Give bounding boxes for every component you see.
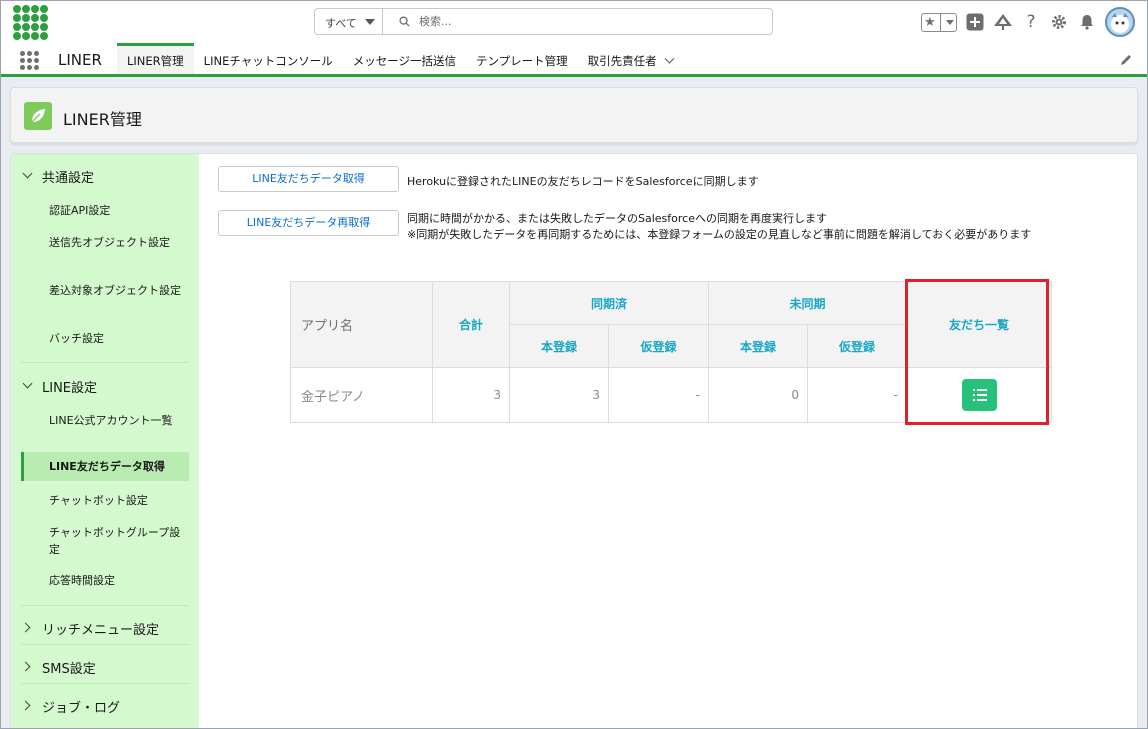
sidebar-section-label: ジョブ・ログ: [42, 701, 121, 716]
global-actions-button[interactable]: [965, 12, 985, 32]
edit-nav-pencil-icon[interactable]: [1119, 53, 1133, 67]
sidebar-section-jobs-logs[interactable]: ジョブ・ログ: [11, 690, 199, 720]
table-row: 金子ピアノ 3 3 - 0 -: [290, 367, 1052, 423]
search-scope-select[interactable]: すべて: [315, 9, 383, 34]
sidebar-section-label: 共通設定: [42, 171, 95, 186]
sidebar-divider: [21, 644, 189, 645]
page-header: LINER管理: [10, 87, 1138, 143]
chevron-right-icon: [20, 622, 31, 633]
sidebar-item-merge-object[interactable]: 差込対象オブジェクト設定: [21, 282, 189, 299]
sidebar-divider: [21, 605, 189, 606]
app-window: すべて ★ ?: [0, 0, 1148, 729]
app-nav-bar: LINER LINER管理 LINEチャットコンソール メッセージ一括送信 テン…: [1, 43, 1147, 77]
refetch-description: 同期に時間がかかる、または失敗したデータのSalesforceへの同期を再度実行…: [407, 212, 827, 225]
chevron-right-icon: [20, 661, 31, 672]
search-scope-label: すべて: [325, 17, 357, 30]
tab-line-chat-console[interactable]: LINEチャットコンソール: [194, 43, 343, 74]
column-header-unsynced-temp: 仮登録: [807, 324, 907, 368]
column-header-unsynced-full: 本登録: [708, 324, 808, 368]
caret-down-icon: [946, 19, 954, 25]
sidebar-section-line[interactable]: LINE設定: [11, 370, 199, 400]
cell-unsynced-temp: -: [807, 367, 907, 423]
sidebar-section-rich-menu[interactable]: リッチメニュー設定: [11, 612, 199, 642]
cell-unsynced-full: 0: [708, 367, 808, 423]
app-launcher-icon[interactable]: [20, 51, 39, 70]
column-header-synced: 同期済: [509, 281, 709, 325]
user-avatar[interactable]: [1105, 7, 1135, 37]
sidebar-item-destination-object[interactable]: 送信先オブジェクト設定: [21, 234, 189, 251]
chevron-down-icon: [22, 168, 33, 179]
fetch-description: Herokuに登録されたLINEの友だちレコードをSalesforceに同期しま…: [407, 175, 759, 188]
liner-logo-icon[interactable]: [13, 5, 48, 40]
favorites-button[interactable]: ★: [921, 12, 957, 32]
global-header: すべて ★ ?: [1, 1, 1147, 43]
trailhead-button[interactable]: [993, 12, 1013, 32]
trailhead-icon: [994, 14, 1012, 30]
tab-bulk-message[interactable]: メッセージ一括送信: [343, 43, 466, 74]
caret-down-icon: [365, 19, 375, 25]
column-header-app-name: アプリ名: [290, 281, 433, 368]
tab-liner-admin[interactable]: LINER管理: [117, 43, 194, 74]
cell-synced-temp: -: [608, 367, 709, 423]
column-header-unsynced: 未同期: [708, 281, 907, 325]
search-input[interactable]: [419, 11, 759, 31]
notifications-bell-icon[interactable]: [1077, 12, 1097, 32]
tab-contacts[interactable]: 取引先責任者: [578, 43, 684, 74]
add-icon: [966, 13, 984, 31]
content-area: LINE友だちデータ取得 Herokuに登録されたLINEの友だちレコードをSa…: [199, 154, 1137, 728]
help-icon[interactable]: ?: [1021, 12, 1041, 32]
sidebar-section-label: LINE設定: [42, 381, 98, 396]
friends-list-button[interactable]: [961, 379, 997, 411]
refetch-note: ※同期が失敗したデータを再同期するためには、本登録フォームの設定の見直しなど事前…: [407, 228, 1032, 241]
sidebar-item-response-time[interactable]: 応答時間設定: [21, 572, 189, 589]
sidebar-section-label: リッチメニュー設定: [42, 623, 160, 638]
sidebar-section-label: SMS設定: [42, 662, 96, 677]
nav-tabs: LINER管理 LINEチャットコンソール メッセージ一括送信 テンプレート管理…: [117, 43, 683, 74]
cell-app-name: 金子ピアノ: [290, 367, 433, 423]
search-icon: [399, 16, 410, 27]
column-header-friends-list: 友だち一覧: [906, 281, 1052, 368]
sidebar-item-chatbot[interactable]: チャットボット設定: [21, 492, 189, 509]
fetch-line-friends-button[interactable]: LINE友だちデータ取得: [218, 166, 399, 192]
sidebar-item-chatbot-group[interactable]: チャットボットグループ設定: [21, 524, 189, 558]
tab-template-admin[interactable]: テンプレート管理: [466, 43, 578, 74]
settings-sidebar: 共通設定 認証API設定 送信先オブジェクト設定 差込対象オブジェクト設定 バッ…: [11, 154, 199, 728]
main-card: 共通設定 認証API設定 送信先オブジェクト設定 差込対象オブジェクト設定 バッ…: [10, 153, 1138, 728]
chevron-right-icon: [20, 700, 31, 711]
chevron-down-icon[interactable]: [664, 53, 675, 64]
cell-total: 3: [432, 367, 510, 423]
list-icon: [972, 389, 987, 401]
sidebar-item-auth-api[interactable]: 認証API設定: [21, 202, 189, 219]
leaf-icon: [24, 102, 52, 130]
sidebar-section-sms[interactable]: SMS設定: [11, 651, 199, 681]
cell-synced-full: 3: [509, 367, 609, 423]
chevron-down-icon: [22, 378, 33, 389]
column-header-total: 合計: [432, 281, 510, 368]
tab-contacts-label: 取引先責任者: [587, 54, 657, 68]
refetch-line-friends-button[interactable]: LINE友だちデータ再取得: [218, 210, 399, 236]
header-utilities: ★ ?: [921, 7, 1135, 37]
cell-friends-list: [906, 367, 1052, 423]
app-name: LINER: [58, 51, 102, 69]
sidebar-divider: [21, 362, 189, 363]
column-header-synced-full: 本登録: [509, 324, 609, 368]
sync-status-table: アプリ名 合計 同期済 未同期 友だち一覧 本登録 仮登録 本登録 仮登録 金子…: [290, 281, 1052, 423]
sidebar-divider: [21, 683, 189, 684]
page-title: LINER管理: [63, 110, 142, 129]
sidebar-section-common[interactable]: 共通設定: [11, 160, 199, 190]
sidebar-item-line-accounts[interactable]: LINE公式アカウント一覧: [21, 412, 189, 429]
sidebar-item-line-friends-fetch[interactable]: LINE友だちデータ取得: [21, 452, 189, 481]
global-search: すべて: [314, 8, 773, 35]
column-header-synced-temp: 仮登録: [608, 324, 709, 368]
star-icon: ★: [924, 14, 936, 30]
sidebar-item-batch[interactable]: バッチ設定: [21, 330, 189, 347]
setup-gear-icon[interactable]: [1049, 12, 1069, 32]
